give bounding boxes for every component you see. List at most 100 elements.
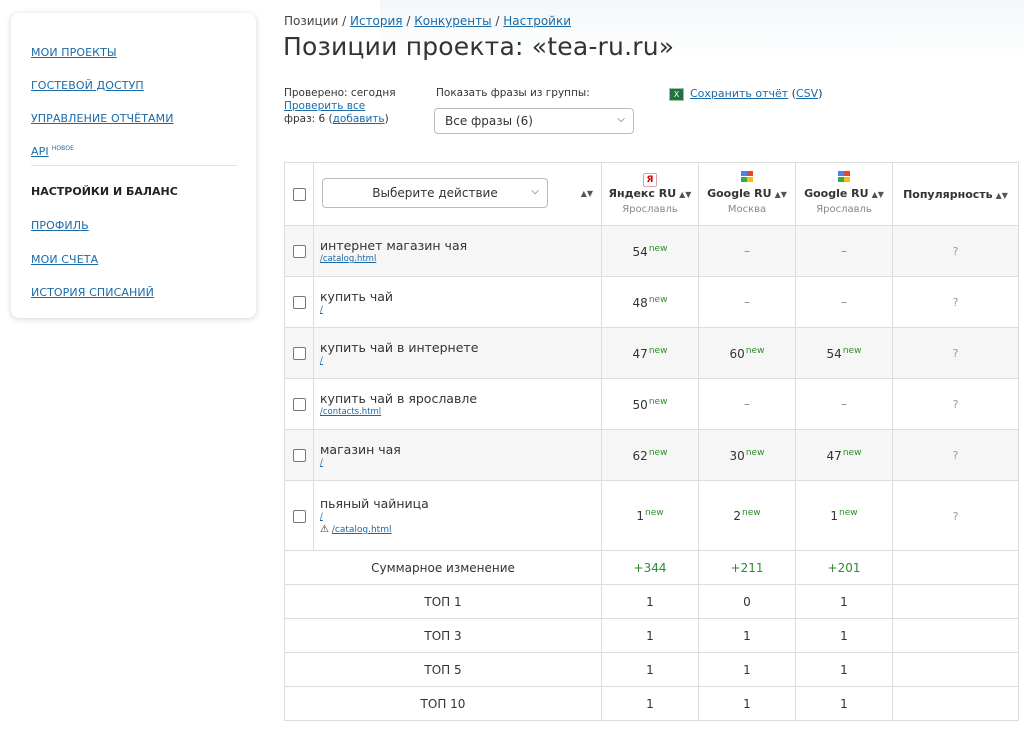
popularity-unknown[interactable]: ? [953, 510, 959, 523]
new-mark: new [842, 345, 862, 356]
popularity-unknown[interactable]: ? [953, 347, 959, 360]
phrase-url-link[interactable]: /contacts.html [320, 407, 601, 417]
summary-value: 1 [795, 618, 893, 653]
new-mark: new [648, 294, 668, 305]
page-title: Позиции проекта: «tea-ru.ru» [283, 32, 675, 61]
bulk-action-select[interactable]: Выберите действие ⌵ [322, 178, 548, 208]
column-popularity[interactable]: Популярность ▲▼ [892, 162, 1019, 226]
position-value: 47new [826, 447, 862, 463]
table-row: купить чай/ 48new – –? [284, 276, 1019, 328]
position-value: 48new [632, 294, 668, 310]
summary-value: +201 [795, 550, 893, 585]
csv-link[interactable]: CSV [796, 87, 818, 100]
sidebar-link-api[interactable]: API [31, 145, 49, 158]
summary-value: 1 [698, 652, 796, 687]
row-checkbox[interactable] [292, 347, 306, 360]
summary-row: Суммарное изменение +344 +211 +201 [284, 550, 1019, 585]
summary-value: 1 [795, 686, 893, 721]
column-google-yaroslavl[interactable]: Google RU ▲▼ Ярославль [795, 162, 893, 226]
phrase-url-link[interactable]: /catalog.html [320, 254, 601, 264]
summary-value: 1 [795, 584, 893, 619]
popularity-unknown[interactable]: ? [953, 245, 959, 258]
new-mark: new [645, 508, 664, 518]
breadcrumb-current: Позиции [284, 14, 339, 28]
chevron-down-icon: ⌵ [531, 186, 539, 197]
phrase-url-link[interactable]: / [320, 512, 601, 522]
group-filter-label: Показать фразы из группы: [436, 87, 590, 99]
summary-value: +211 [698, 550, 796, 585]
table-row: магазин чая/ 62new 30new 47new? [284, 429, 1019, 481]
row-checkbox[interactable] [292, 398, 306, 411]
phrase-text: купить чай в интернете [320, 340, 479, 355]
sidebar-link-reports[interactable]: Управление отчётами [31, 112, 174, 125]
add-phrase-link[interactable]: добавить [333, 113, 385, 125]
summary-value: 1 [698, 618, 796, 653]
position-value: 54new [632, 243, 668, 259]
position-value: 30new [729, 447, 765, 463]
phrase-text: магазин чая [320, 442, 401, 457]
sidebar-link-charges-history[interactable]: История списаний [31, 286, 154, 299]
row-checkbox[interactable] [292, 509, 306, 523]
phrase-url-link[interactable]: / [320, 356, 601, 366]
new-mark: new [648, 396, 668, 407]
summary-value: 0 [698, 584, 796, 619]
column-yandex-yaroslavl[interactable]: Я Яндекс RU ▲▼ Ярославль [601, 162, 699, 226]
sort-icon[interactable]: ▲▼ [581, 189, 593, 198]
sidebar-link-guest-access[interactable]: Гостевой доступ [31, 79, 144, 92]
sidebar-link-my-projects[interactable]: Мои проекты [31, 46, 117, 59]
phrases-count: фраз: 6 (добавить) [284, 113, 389, 125]
phrase-url-link[interactable]: / [320, 305, 601, 315]
yandex-icon: Я [643, 172, 657, 187]
summary-value: 1 [601, 686, 699, 721]
excel-icon: X [669, 87, 684, 101]
row-checkbox[interactable] [292, 245, 306, 258]
sidebar-link-invoices[interactable]: Мои счета [31, 253, 98, 266]
summary-label: ТОП 3 [284, 618, 602, 653]
check-all-link[interactable]: Проверить все [284, 100, 365, 112]
new-mark: new [839, 508, 858, 518]
position-value: 54new [826, 345, 862, 361]
row-checkbox[interactable] [292, 296, 306, 309]
sort-icon[interactable]: ▲▼ [679, 190, 691, 199]
select-all-checkbox[interactable] [292, 188, 306, 201]
google-icon [740, 171, 754, 183]
new-mark: new [648, 447, 668, 458]
summary-value: 1 [795, 652, 893, 687]
new-mark: new [842, 447, 862, 458]
position-value: 2new [733, 508, 761, 523]
new-mark: new [648, 345, 668, 356]
position-empty: – [841, 397, 847, 411]
popularity-unknown[interactable]: ? [953, 449, 959, 462]
row-checkbox[interactable] [292, 449, 306, 462]
position-value: 1new [636, 508, 664, 523]
sort-icon[interactable]: ▲▼ [775, 190, 787, 199]
save-report-link[interactable]: Сохранить отчёт [690, 87, 788, 100]
position-empty: – [744, 244, 750, 258]
position-value: 62new [632, 447, 668, 463]
summary-row: ТОП 1101 [284, 584, 1019, 619]
phrase-text: интернет магазин чая [320, 238, 468, 253]
new-mark: new [745, 345, 765, 356]
new-mark: new [745, 447, 765, 458]
column-google-moscow[interactable]: Google RU ▲▼ Москва [698, 162, 796, 226]
sidebar: Мои проекты Гостевой доступ Управление о… [11, 13, 256, 318]
summary-value: 1 [601, 652, 699, 687]
popularity-unknown[interactable]: ? [953, 398, 959, 411]
positions-table: Выберите действие ⌵ ▲▼ Я Яндекс RU ▲▼ Яро… [284, 162, 1019, 721]
breadcrumb-competitors[interactable]: Конкуренты [414, 14, 491, 28]
position-empty: – [841, 295, 847, 309]
group-filter-select[interactable]: Все фразы (6) ⌵ [434, 108, 634, 134]
sort-icon[interactable]: ▲▼ [996, 191, 1008, 200]
warning-url-link[interactable]: /catalog.html [332, 525, 392, 535]
popularity-unknown[interactable]: ? [953, 296, 959, 309]
summary-value: +344 [601, 550, 699, 585]
position-value: 1new [830, 508, 858, 523]
summary-value: 1 [601, 584, 699, 619]
check-info: Проверено: сегодня Проверить все фраз: 6… [284, 87, 396, 126]
table-header-row: Выберите действие ⌵ ▲▼ Я Яндекс RU ▲▼ Яро… [284, 162, 1019, 226]
sort-icon[interactable]: ▲▼ [872, 190, 884, 199]
phrase-url-link[interactable]: / [320, 458, 601, 468]
breadcrumb-history[interactable]: История [350, 14, 403, 28]
breadcrumb-settings[interactable]: Настройки [503, 14, 571, 28]
sidebar-link-profile[interactable]: Профиль [31, 219, 89, 232]
